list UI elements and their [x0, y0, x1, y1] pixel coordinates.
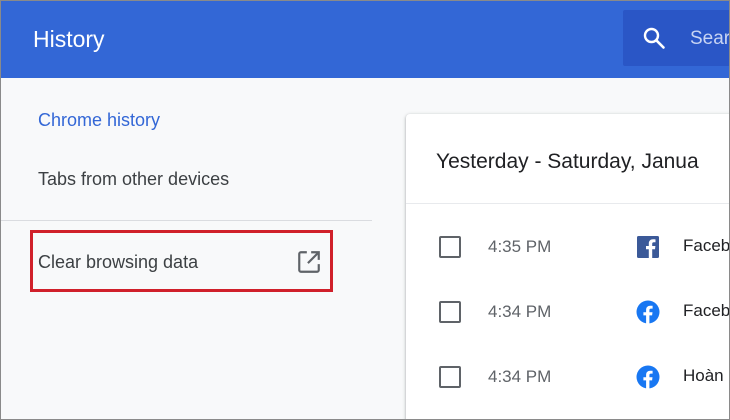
history-card: Yesterday - Saturday, Janua 4:35 PM Face…	[406, 114, 730, 420]
entry-title[interactable]: Faceb	[683, 236, 730, 256]
clear-browsing-data-button[interactable]: Clear browsing data	[30, 230, 333, 292]
sidebar-item-chrome-history[interactable]: Chrome history	[38, 109, 160, 131]
facebook-square-icon	[637, 236, 659, 258]
search-input[interactable]: Sear	[690, 28, 730, 50]
clear-browsing-data-label: Clear browsing data	[38, 252, 199, 272]
card-divider	[406, 203, 730, 204]
entry-time: 4:35 PM	[488, 237, 552, 256]
search-icon[interactable]	[642, 26, 666, 50]
toolbar: History Sear	[0, 0, 730, 78]
entry-checkbox[interactable]	[439, 366, 461, 388]
facebook-circle-icon	[636, 300, 660, 324]
page-title: History	[33, 26, 105, 52]
day-heading: Yesterday - Saturday, Janua	[436, 150, 699, 173]
sidebar-divider	[0, 220, 372, 221]
sidebar-item-tabs-other-devices[interactable]: Tabs from other devices	[38, 168, 229, 190]
history-row[interactable]: 4:35 PM Faceb	[406, 219, 730, 275]
entry-time: 4:34 PM	[488, 302, 552, 321]
history-row[interactable]: 4:34 PM Faceb	[406, 284, 730, 340]
open-in-new-icon	[298, 251, 320, 273]
entry-title[interactable]: Hoàn	[683, 366, 724, 386]
search-box[interactable]: Sear	[623, 10, 730, 66]
entry-title[interactable]: Faceb	[683, 301, 730, 321]
facebook-circle-icon	[636, 365, 660, 389]
entry-checkbox[interactable]	[439, 236, 461, 258]
entry-checkbox[interactable]	[439, 301, 461, 323]
history-row[interactable]: 4:34 PM Hoàn	[406, 349, 730, 405]
entry-time: 4:34 PM	[488, 367, 552, 386]
sidebar: Chrome history Tabs from other devices C…	[0, 78, 372, 420]
